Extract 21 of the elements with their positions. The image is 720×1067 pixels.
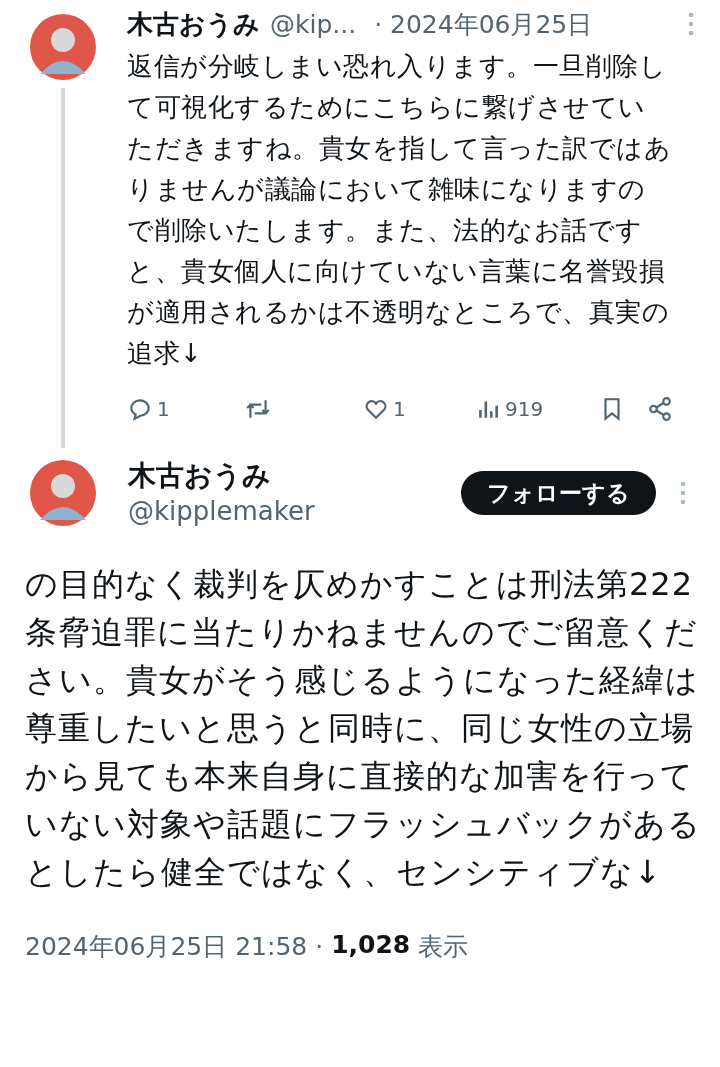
avatar[interactable] <box>30 14 96 80</box>
share-icon <box>647 396 673 422</box>
reply-button[interactable]: 1 <box>127 396 245 422</box>
post-text: の目的なく裁判を仄めかすことは刑法第222条脅迫罪に当たりかねませんのでご留意ください。貴女がそう感じるようになった経緯は尊重したいと思うと同時に、同じ女性の立場から見ても本来自身に直接的な加害を行っていない対象や話題にフラッシュバックがあるとしたら健全ではなく、センシティブな↓ <box>25 564 702 893</box>
post-text: 返信が分岐しまい恐れ入ります。一旦削除して可視化するためにこちらに繋げさせていただきますね。貴女を指して言った訳ではありませんが議論において雑味になりますので削除いたします。また、法的なお話ですと、貴女個人に向けていない言葉に名誉毀損が適用されるかは不透明なところで、真実の追求↓ <box>127 50 672 370</box>
speech-bubble-icon <box>127 396 153 422</box>
like-button[interactable]: 1 <box>363 396 473 422</box>
views-label: 表示 <box>418 931 469 963</box>
more-icon[interactable] <box>680 481 686 505</box>
author-handle[interactable]: @kip... <box>270 9 357 39</box>
views-button[interactable]: 919 <box>475 396 599 422</box>
post-timestamp: 2024年06月25日 21:58 · <box>25 931 324 963</box>
author-name[interactable]: 木古おうみ <box>128 458 315 494</box>
view-count: 1,028 <box>331 930 411 961</box>
author-name[interactable]: 木古おうみ <box>127 6 260 42</box>
author-handle[interactable]: @kipplemaker <box>128 494 315 528</box>
more-icon[interactable] <box>688 12 694 36</box>
share-button[interactable] <box>647 396 673 422</box>
avatar[interactable] <box>30 460 96 526</box>
follow-button[interactable]: フォローする <box>461 471 656 515</box>
post-date[interactable]: · 2024年06月25日 <box>374 7 593 41</box>
